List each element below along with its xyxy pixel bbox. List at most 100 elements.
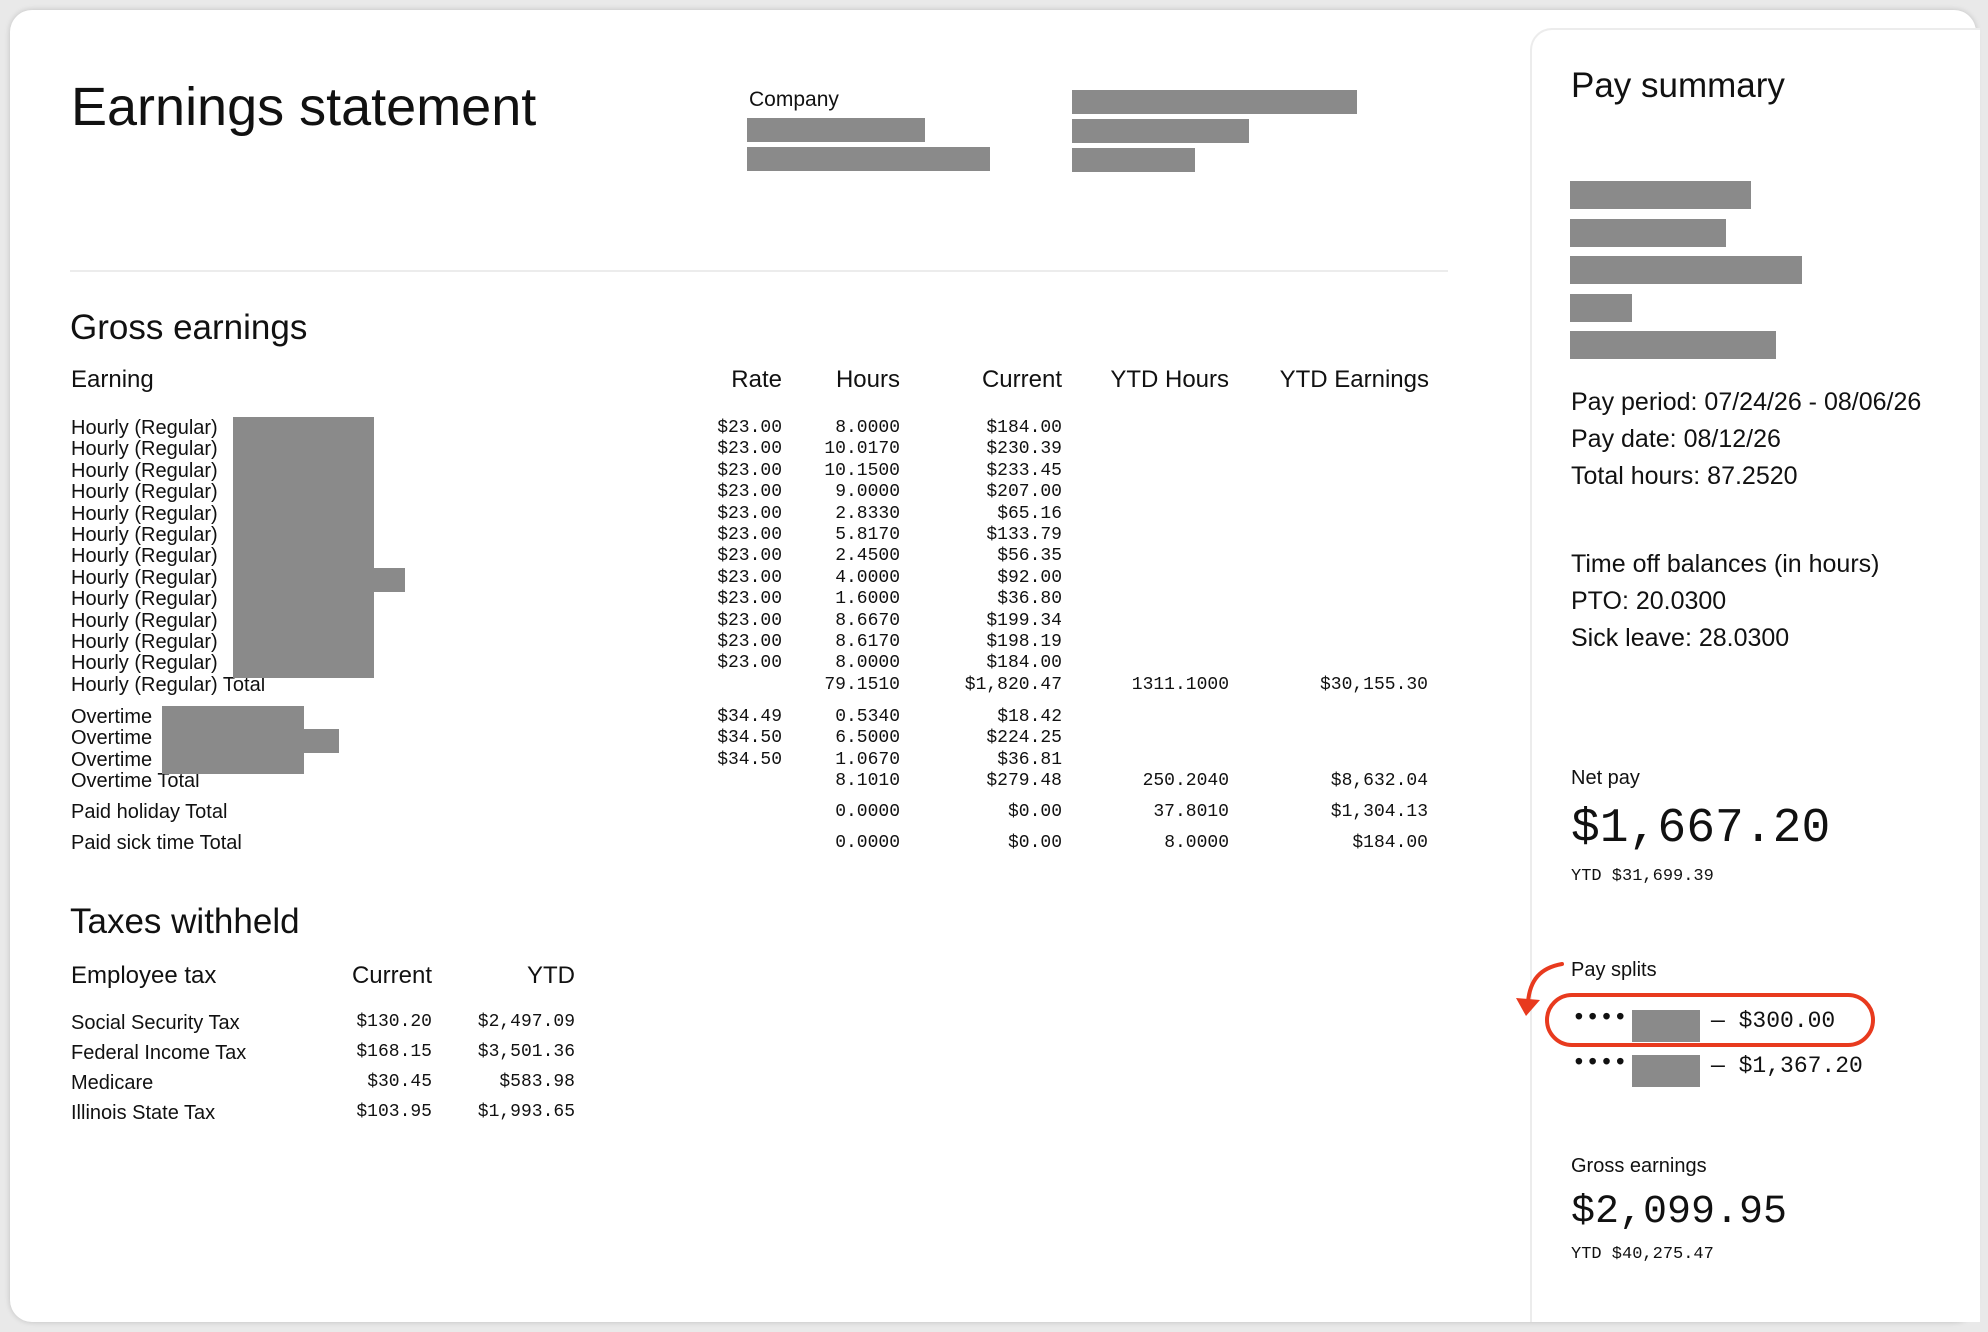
sick-leave-balance: Sick leave: 28.0300 — [1571, 624, 1790, 652]
page-title: Earnings statement — [71, 77, 537, 137]
net-pay-ytd: YTD $31,699.39 — [1571, 867, 1714, 886]
rate-cell: $34.50 — [717, 749, 782, 770]
current-cell: $133.79 — [986, 524, 1062, 545]
rate-cell: $23.00 — [717, 567, 782, 588]
hours-cell: 2.8330 — [835, 503, 900, 524]
hours-total-cell: 8.1010 — [835, 771, 900, 792]
gross-earnings-ytd: YTD $40,275.47 — [1571, 1245, 1714, 1264]
current-cell: $36.81 — [997, 749, 1062, 770]
current-cell: $18.42 — [997, 707, 1062, 727]
overtime-ytd-hours: 250.2040 — [1142, 771, 1229, 791]
hours-total-cell: 79.1510 — [824, 674, 900, 695]
column-rate: Rate — [731, 366, 782, 393]
current-cell: $92.00 — [997, 567, 1062, 588]
paid-sick-ytd-earnings: $184.00 — [1352, 833, 1428, 853]
tax-ytd-cell: $1,993.65 — [477, 1102, 575, 1122]
paid-sick-current: $0.00 — [1007, 833, 1062, 853]
rate-cell: $23.00 — [717, 439, 782, 460]
overtime-rate-column: $34.49 $34.50 $34.50 — [660, 707, 782, 771]
hours-cell: 4.0000 — [835, 567, 900, 588]
redacted-employee-address — [1072, 119, 1249, 143]
tax-current-cell: $130.20 — [356, 1012, 432, 1032]
paid-holiday-current: $0.00 — [1007, 802, 1062, 822]
column-current: Current — [981, 366, 1062, 393]
net-pay-amount: $1,667.20 — [1571, 802, 1831, 856]
current-cell: $198.19 — [986, 631, 1062, 652]
paid-sick-hours: 0.0000 — [835, 833, 900, 853]
current-cell: $224.25 — [986, 728, 1062, 749]
tax-current-cell: $30.45 — [367, 1072, 432, 1092]
redacted-employee-line-5 — [1570, 331, 1776, 359]
annotation-arrow-icon — [1516, 962, 1564, 1016]
column-earning: Earning — [71, 366, 154, 393]
redacted-employee-line-3 — [1570, 256, 1802, 284]
total-hours: Total hours: 87.2520 — [1571, 462, 1798, 490]
hours-cell: 1.6000 — [835, 589, 900, 610]
rate-cell: $23.00 — [717, 524, 782, 545]
rate-cell: $23.00 — [717, 418, 782, 438]
paid-holiday-hours: 0.0000 — [835, 802, 900, 822]
tax-name: Medicare — [71, 1072, 154, 1094]
pay-splits-label: Pay splits — [1571, 959, 1657, 981]
hours-cell: 5.8170 — [835, 524, 900, 545]
redacted-employee-line-1 — [1570, 181, 1751, 209]
overtime-current-column: $18.42 $224.25 $36.81 $279.48 — [920, 707, 1062, 793]
paid-sick-ytd-hours: 8.0000 — [1164, 833, 1229, 853]
tax-current-column: $130.20 $168.15 $30.45 $103.95 — [312, 1012, 432, 1132]
pay-date: Pay date: 08/12/26 — [1571, 425, 1781, 453]
tax-current-cell: $103.95 — [356, 1102, 432, 1122]
hours-cell: 10.0170 — [824, 439, 900, 460]
rate-cell: $23.00 — [717, 653, 782, 674]
hourly-rate-column: $23.00 $23.00 $23.00 $23.00 $23.00 $23.0… — [660, 418, 782, 675]
column-tax-current: Current — [351, 962, 432, 989]
net-pay-label: Net pay — [1571, 767, 1640, 789]
paid-sick-total-label: Paid sick time Total — [71, 832, 242, 854]
redacted-company-name — [747, 118, 925, 142]
tax-name: Illinois State Tax — [71, 1102, 216, 1124]
rate-cell: $34.50 — [717, 728, 782, 749]
redacted-employee-city — [1072, 148, 1195, 172]
rate-cell: $23.00 — [717, 503, 782, 524]
current-cell: $233.45 — [986, 460, 1062, 481]
hours-cell: 1.0670 — [835, 749, 900, 770]
column-hours: Hours — [835, 366, 900, 393]
pay-period: Pay period: 07/24/26 - 08/06/26 — [1571, 388, 1922, 416]
tax-name-column: Social Security Tax Federal Income Tax M… — [71, 1012, 311, 1132]
taxes-withheld-heading: Taxes withheld — [70, 902, 300, 941]
redacted-company-address — [747, 147, 990, 171]
current-cell: $184.00 — [986, 418, 1062, 438]
hours-cell: 8.0000 — [835, 418, 900, 438]
pay-split-mask: •••• — [1572, 1050, 1628, 1076]
hours-cell: 8.6670 — [835, 610, 900, 631]
hourly-hours-column: 8.0000 10.0170 10.1500 9.0000 2.8330 5.8… — [780, 418, 900, 696]
current-cell: $184.00 — [986, 653, 1062, 674]
redacted-employee-line-2 — [1570, 219, 1726, 247]
rate-cell: $23.00 — [717, 546, 782, 567]
redacted-overtime-details — [162, 706, 304, 774]
rate-cell: $23.00 — [717, 631, 782, 652]
hours-cell: 10.1500 — [824, 460, 900, 481]
gross-earnings-heading: Gross earnings — [70, 308, 308, 347]
rate-cell: $23.00 — [717, 482, 782, 503]
rate-cell: $23.00 — [717, 610, 782, 631]
time-off-heading: Time off balances (in hours) — [1571, 550, 1880, 578]
pay-summary-heading: Pay summary — [1571, 66, 1785, 105]
redacted-employee-line-4 — [1570, 294, 1632, 322]
current-cell: $36.80 — [997, 589, 1062, 610]
overtime-ytd-earnings: $8,632.04 — [1330, 771, 1428, 791]
current-cell: $65.16 — [997, 503, 1062, 524]
column-employee-tax: Employee tax — [71, 962, 217, 989]
hourly-ytd-hours: 1311.1000 — [1131, 675, 1229, 695]
hours-cell: 9.0000 — [835, 482, 900, 503]
column-ytd-earnings: YTD Earnings — [1279, 366, 1429, 393]
paid-holiday-ytd-hours: 37.8010 — [1153, 802, 1229, 822]
redacted-hourly-detail-extra — [374, 568, 405, 592]
current-cell: $207.00 — [986, 482, 1062, 503]
hours-cell: 6.5000 — [835, 728, 900, 749]
pay-split-amount: — $1,367.20 — [1711, 1053, 1863, 1079]
rate-cell: $23.00 — [717, 460, 782, 481]
current-total-cell: $1,820.47 — [964, 674, 1062, 695]
redacted-account-number — [1632, 1055, 1700, 1087]
gross-earnings-label: Gross earnings — [1571, 1155, 1707, 1177]
redacted-overtime-detail-extra — [304, 729, 339, 753]
